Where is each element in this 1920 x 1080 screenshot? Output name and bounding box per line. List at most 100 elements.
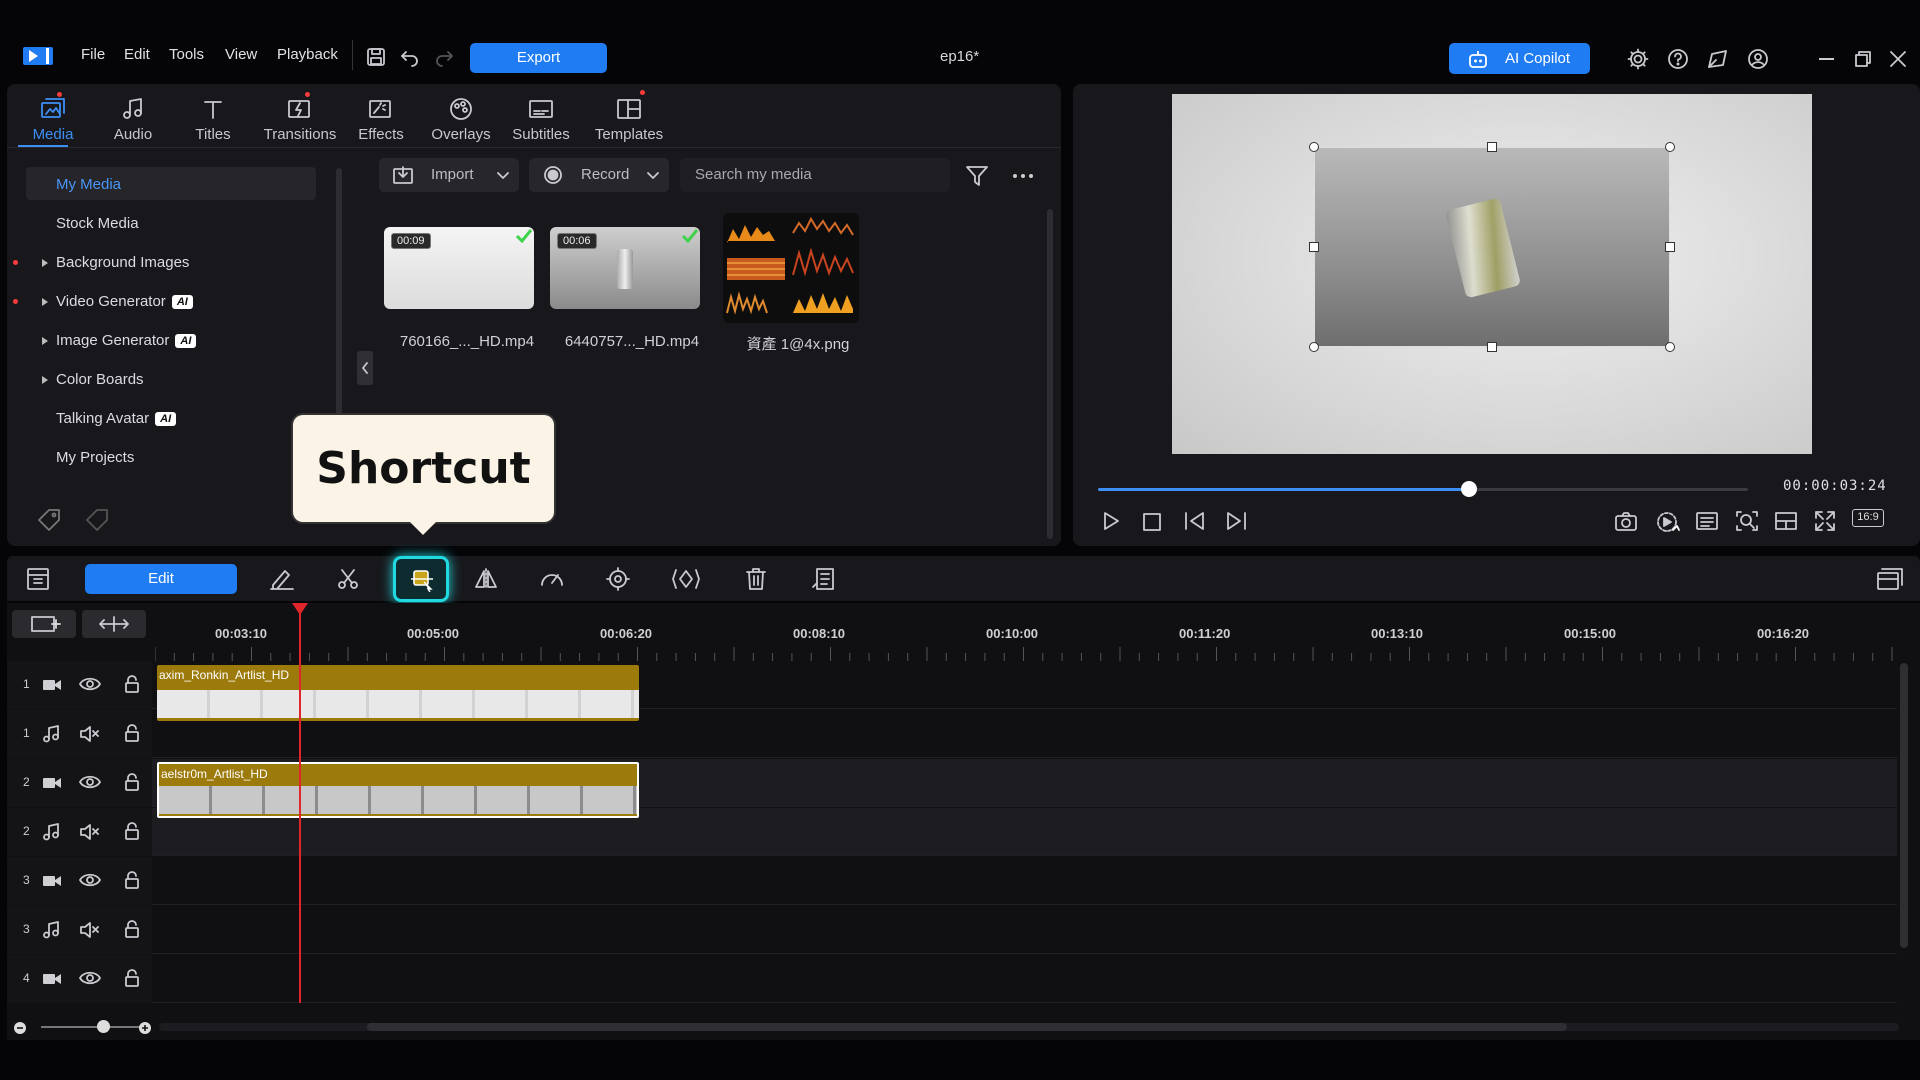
minimize-icon[interactable] — [1819, 58, 1834, 60]
zoom-in-icon[interactable] — [138, 1021, 152, 1035]
media-thumbnail[interactable]: 00:09 — [384, 227, 534, 309]
lock-icon[interactable] — [124, 675, 140, 693]
layout-icon[interactable] — [1774, 510, 1798, 532]
video-clip[interactable]: axim_Ronkin_Artlist_HD — [157, 665, 639, 721]
lock-icon[interactable] — [124, 773, 140, 791]
lock-icon[interactable] — [124, 920, 140, 938]
speaker-icon[interactable] — [79, 823, 99, 841]
tab-media[interactable]: Media — [18, 92, 88, 143]
media-thumbnail[interactable] — [723, 213, 859, 323]
shortcut-button[interactable] — [393, 556, 449, 602]
preview-quality-icon[interactable] — [1655, 510, 1681, 534]
tab-transitions[interactable]: Transitions — [258, 92, 342, 143]
feedback-icon[interactable] — [1706, 48, 1730, 70]
eye-icon[interactable] — [79, 872, 101, 888]
next-frame-icon[interactable] — [1224, 510, 1248, 532]
fit-timeline-button[interactable] — [82, 610, 146, 638]
zoom-slider-knob[interactable] — [97, 1020, 110, 1033]
sidebar-item-video-generator[interactable]: Video Generator AI — [56, 293, 193, 310]
search-input[interactable]: Search my media — [680, 158, 950, 192]
playhead[interactable] — [299, 603, 301, 1003]
gear-icon[interactable] — [1627, 48, 1649, 70]
tab-overlays[interactable]: Overlays — [426, 92, 496, 143]
motion-track-icon[interactable] — [605, 567, 631, 591]
eye-icon[interactable] — [79, 676, 101, 692]
resize-handle[interactable] — [1309, 342, 1319, 352]
media-thumbnail[interactable]: 00:06 — [550, 227, 700, 309]
expand-arrow-icon[interactable] — [42, 337, 48, 345]
sidebar-item-image-generator[interactable]: Image Generator AI — [56, 332, 197, 349]
resize-handle[interactable] — [1665, 242, 1675, 252]
undo-icon[interactable] — [400, 47, 420, 67]
playhead-handle[interactable] — [292, 603, 308, 615]
maximize-icon[interactable] — [1855, 51, 1871, 67]
lock-icon[interactable] — [124, 969, 140, 987]
eye-icon[interactable] — [79, 774, 101, 790]
tab-subtitles[interactable]: Subtitles — [506, 92, 576, 143]
resize-handle[interactable] — [1665, 342, 1675, 352]
speed-icon[interactable] — [539, 567, 565, 591]
expand-arrow-icon[interactable] — [42, 298, 48, 306]
timeline-settings-icon[interactable] — [26, 567, 50, 591]
play-icon[interactable] — [1100, 510, 1122, 532]
sidebar-item-color-boards[interactable]: Color Boards — [56, 371, 144, 388]
expand-arrow-icon[interactable] — [42, 259, 48, 267]
resize-handle[interactable] — [1487, 142, 1497, 152]
tab-audio[interactable]: Audio — [98, 92, 168, 143]
keyframe-icon[interactable] — [671, 567, 701, 591]
ai-copilot-button[interactable]: AI Copilot — [1449, 43, 1590, 74]
tools-menu-icon[interactable] — [811, 567, 837, 591]
sidebar-item-background-images[interactable]: Background Images — [56, 254, 189, 271]
timeline-vertical-scrollbar[interactable] — [1900, 663, 1908, 948]
edit-button[interactable]: Edit — [85, 564, 237, 594]
timeline-horizontal-scrollbar[interactable] — [367, 1023, 1567, 1031]
menu-tools[interactable]: Tools — [169, 46, 204, 63]
resize-handle[interactable] — [1665, 142, 1675, 152]
save-icon[interactable] — [366, 47, 386, 67]
redo-icon[interactable] — [434, 47, 454, 67]
trash-icon[interactable] — [745, 567, 767, 591]
eye-icon[interactable] — [79, 970, 101, 986]
close-icon[interactable] — [1890, 51, 1906, 67]
expand-arrow-icon[interactable] — [42, 376, 48, 384]
zoom-slider[interactable] — [41, 1026, 141, 1028]
scissors-icon[interactable] — [336, 567, 360, 591]
snapshot-camera-icon[interactable] — [1614, 510, 1638, 532]
lock-icon[interactable] — [124, 871, 140, 889]
media-scrollbar[interactable] — [1047, 209, 1053, 539]
speaker-icon[interactable] — [79, 725, 99, 743]
aspect-ratio-button[interactable]: 16:9 — [1852, 509, 1884, 527]
sidebar-item-my-projects[interactable]: My Projects — [56, 449, 134, 466]
fullscreen-icon[interactable] — [1814, 510, 1836, 532]
scrubber-knob[interactable] — [1460, 481, 1477, 497]
record-button[interactable]: Record — [529, 158, 669, 192]
menu-view[interactable]: View — [225, 46, 257, 63]
resize-handle[interactable] — [1309, 242, 1319, 252]
sidebar-item-talking-avatar[interactable]: Talking Avatar AI — [56, 410, 177, 427]
sidebar-item-my-media[interactable]: My Media — [56, 176, 121, 193]
timeline-ruler[interactable]: 00:03:10 00:05:00 00:06:20 00:08:10 00:10:00… — [155, 603, 1905, 661]
resize-handle[interactable] — [1487, 342, 1497, 352]
import-button[interactable]: Import — [379, 158, 519, 192]
previous-frame-icon[interactable] — [1183, 510, 1207, 532]
lock-icon[interactable] — [124, 822, 140, 840]
add-track-button[interactable] — [12, 610, 76, 638]
export-button[interactable]: Export — [470, 43, 607, 73]
video-track[interactable]: 4 — [7, 955, 1897, 1003]
audio-track[interactable]: 3 — [7, 906, 1897, 954]
pen-icon[interactable] — [269, 567, 295, 591]
selected-clip-frame[interactable] — [1314, 147, 1670, 347]
help-icon[interactable] — [1667, 48, 1689, 70]
flip-icon[interactable] — [473, 567, 499, 591]
filter-icon[interactable] — [965, 165, 989, 187]
more-options-icon[interactable] — [1012, 172, 1034, 180]
preview-canvas[interactable] — [1172, 94, 1812, 454]
menu-edit[interactable]: Edit — [124, 46, 150, 63]
subtitle-toggle-icon[interactable] — [1695, 510, 1719, 532]
timeline-view-icon[interactable] — [1876, 567, 1904, 591]
menu-playback[interactable]: Playback — [277, 46, 338, 63]
zoom-preview-icon[interactable] — [1735, 510, 1759, 532]
speaker-icon[interactable] — [79, 921, 99, 939]
resize-handle[interactable] — [1309, 142, 1319, 152]
tag-remove-icon[interactable] — [85, 508, 111, 532]
